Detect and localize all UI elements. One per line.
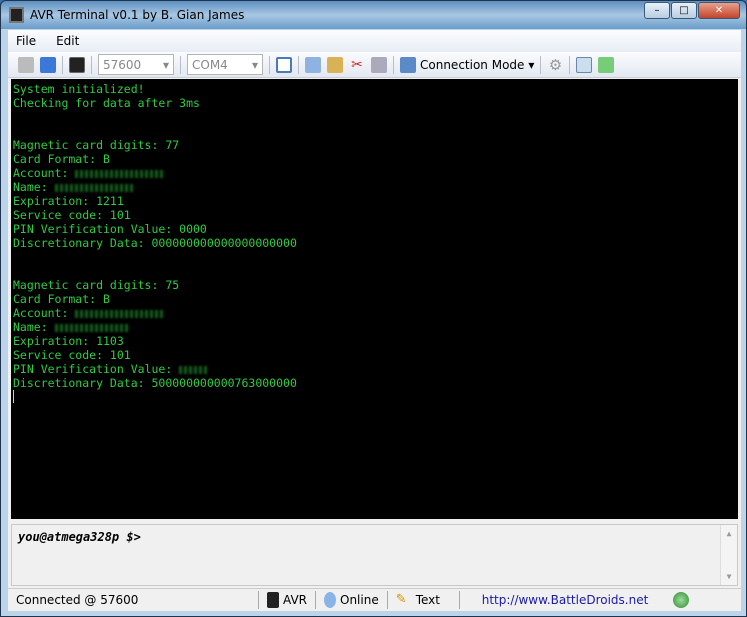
text-cursor [13, 390, 14, 403]
command-input[interactable]: you@atmega328p $> ▲ ▼ [11, 524, 738, 586]
paste-icon[interactable] [327, 56, 343, 73]
menu-file[interactable]: File [16, 34, 36, 48]
terminal-line: Discretionary Data: 50000000000076300000… [13, 376, 297, 390]
app-window: AVR Terminal v0.1 by B. Gian James – □ ✕… [0, 0, 747, 617]
status-device: AVR [258, 591, 315, 609]
separator [180, 55, 181, 74]
minimize-button[interactable]: – [644, 2, 670, 19]
chevron-down-icon: ▾ [162, 57, 169, 72]
terminal-line: Account: [13, 166, 76, 180]
menu-bar: File Edit [8, 30, 741, 52]
separator [269, 55, 270, 74]
cut-icon[interactable]: ✂ [349, 57, 365, 73]
terminal-line: Checking for data after 3ms [13, 96, 200, 110]
status-connection: Connected @ 57600 [8, 591, 258, 609]
title-bar: AVR Terminal v0.1 by B. Gian James [9, 5, 244, 25]
chevron-down-icon: ▾ [251, 57, 258, 72]
chevron-down-icon: ▾ [528, 57, 535, 72]
chip-icon [267, 592, 279, 608]
status-mode: ✎ Text [386, 591, 459, 609]
redacted-value [54, 183, 135, 192]
terminal-line: System initialized! [13, 82, 145, 96]
chip-icon [9, 7, 24, 23]
status-bar: Connected @ 57600 AVR Online ✎ Text http:… [8, 588, 741, 611]
document-icon[interactable] [576, 56, 593, 73]
export-icon[interactable] [598, 56, 615, 73]
connect-icon[interactable] [40, 56, 56, 73]
gear-icon[interactable]: ⚙ [547, 57, 563, 73]
port-value: COM4 [192, 57, 228, 72]
baud-select[interactable]: 57600 ▾ [98, 54, 174, 75]
terminal-line: Name: [13, 320, 55, 334]
disconnect-icon[interactable] [18, 56, 34, 73]
command-prompt: you@atmega328p $> [18, 530, 141, 544]
connection-mode-button[interactable]: Connection Mode ▾ [400, 56, 535, 73]
terminal-line: Card Format: B [13, 152, 110, 166]
globe-icon [672, 592, 689, 608]
separator [62, 55, 63, 74]
mode-label: Text [415, 593, 440, 607]
window-title: AVR Terminal v0.1 by B. Gian James [30, 8, 245, 22]
port-select[interactable]: COM4 ▾ [187, 54, 263, 75]
device-label: AVR [283, 593, 307, 607]
separator [569, 55, 571, 74]
terminal-line: Expiration: 1103 [13, 334, 124, 348]
redacted-value [75, 169, 166, 178]
terminal-icon[interactable] [69, 56, 85, 73]
window-icon[interactable] [276, 56, 292, 73]
status-online: Online [315, 591, 387, 609]
baud-value: 57600 [103, 57, 142, 72]
pencil-icon: ✎ [395, 592, 407, 607]
separator [91, 55, 92, 74]
terminal-line: Service code: 101 [13, 208, 131, 222]
terminal-line: Magnetic card digits: 75 [13, 278, 180, 292]
redacted-value [75, 309, 166, 318]
website-link[interactable]: http://www.BattleDroids.net [482, 593, 649, 607]
terminal-line: Card Format: B [13, 292, 110, 306]
print-icon[interactable] [371, 56, 387, 73]
copy-icon[interactable] [305, 56, 321, 73]
redacted-value [54, 323, 130, 332]
user-icon [324, 592, 336, 608]
connection-status: Connected @ 57600 [16, 593, 139, 607]
menu-edit[interactable]: Edit [56, 34, 79, 48]
terminal-line: Service code: 101 [13, 348, 131, 362]
status-link: http://www.BattleDroids.net [458, 591, 669, 609]
separator [393, 55, 394, 74]
input-scrollbar[interactable]: ▲ ▼ [720, 525, 737, 585]
terminal-line: Magnetic card digits: 77 [13, 138, 180, 152]
terminal-line: PIN Verification Value: 0000 [13, 222, 207, 236]
terminal-line: Discretionary Data: 00000000000000000000… [13, 236, 297, 250]
close-button[interactable]: ✕ [698, 2, 740, 19]
network-icon [400, 56, 416, 73]
terminal-line: Account: [13, 306, 76, 320]
terminal-output[interactable]: System initialized! Checking for data af… [11, 79, 738, 519]
separator [540, 55, 542, 74]
terminal-line: Expiration: 1211 [13, 194, 124, 208]
terminal-line: Name: [13, 180, 55, 194]
redacted-value [179, 365, 210, 374]
connection-mode-label: Connection Mode [420, 57, 525, 72]
terminal-line: PIN Verification Value: [13, 362, 180, 376]
separator [298, 55, 299, 74]
toolbar: 57600 ▾ COM4 ▾ ✂ Connection Mode ▾ ⚙ [8, 52, 741, 78]
maximize-button[interactable]: □ [671, 2, 697, 19]
online-label: Online [340, 593, 379, 607]
